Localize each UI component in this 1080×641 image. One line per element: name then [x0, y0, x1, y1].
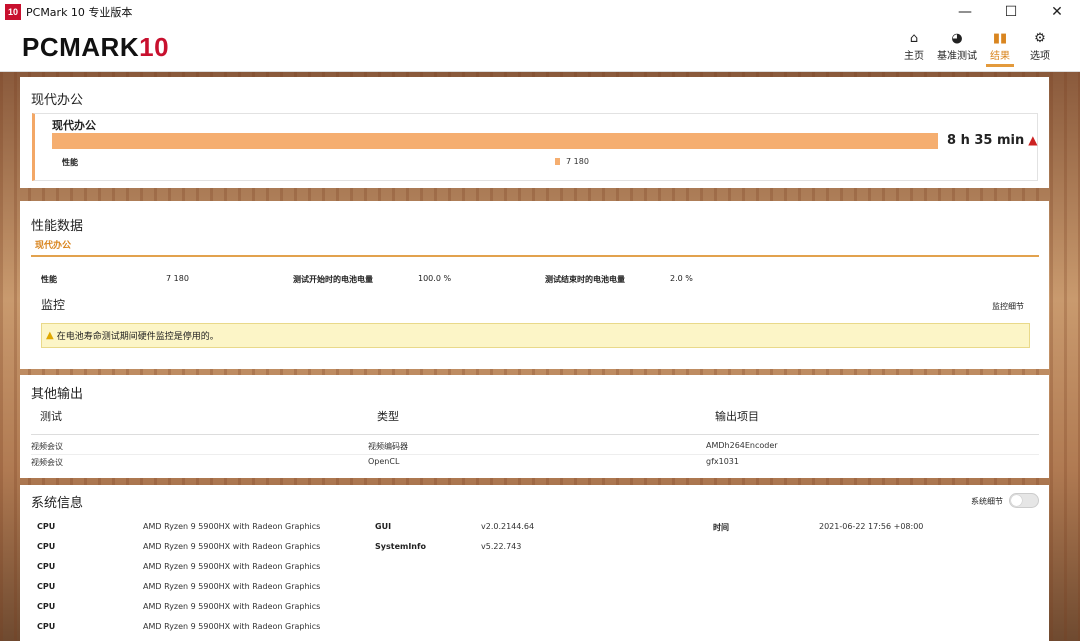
- nav-results[interactable]: ▮▮ 结果: [980, 27, 1020, 67]
- cpu-label: CPU: [37, 622, 56, 631]
- cpu-value: AMD Ryzen 9 5900HX with Radeon Graphics: [143, 622, 321, 631]
- minimize-button[interactable]: —: [942, 0, 988, 24]
- warning-icon[interactable]: ▲: [1028, 133, 1037, 147]
- window-titlebar: 10 PCMark 10 专业版本 — ☐ ✕: [0, 0, 1080, 24]
- other-output-panel: 其他输出 测试 类型 输出项目 视频会议 视频编码器 AMDh264Encode…: [20, 375, 1049, 478]
- cpu-value: AMD Ryzen 9 5900HX with Radeon Graphics: [143, 522, 321, 531]
- monitor-alert: ▲ 在电池寿命测试期间硬件监控是停用的。: [41, 323, 1030, 348]
- perf-label: 性能: [62, 158, 78, 167]
- col-header-test: 测试: [40, 410, 62, 423]
- systeminfo-value: v5.22.743: [481, 542, 522, 551]
- time-value: 2021-06-22 17:56 +08:00: [819, 522, 924, 531]
- table-cell: 视频会议: [31, 458, 63, 467]
- battery-end-value: 2.0 %: [670, 274, 693, 283]
- battery-life-value: 8 h 35 min ▲: [947, 133, 1038, 148]
- cpu-label: CPU: [37, 542, 56, 551]
- app-header: PCMARK10 ⌂ 主页 ◕ 基准测试 ▮▮ 结果 ⚙ 选项: [0, 24, 1080, 72]
- gauge-icon: ◕: [951, 31, 963, 46]
- gui-value: v2.0.2144.64: [481, 522, 535, 531]
- result-card[interactable]: 现代办公 8 h 35 min ▲ 性能 7 180: [32, 113, 1038, 181]
- cpu-label: CPU: [37, 602, 56, 611]
- system-details-toggle[interactable]: [1009, 493, 1039, 508]
- other-output-title: 其他输出: [31, 387, 84, 402]
- cpu-value: AMD Ryzen 9 5900HX with Radeon Graphics: [143, 562, 321, 571]
- time-label: 时间: [713, 523, 729, 532]
- tab-modern-office[interactable]: 现代办公: [35, 238, 71, 251]
- result-card-title: 现代办公: [52, 119, 96, 132]
- perf-row-label: 性能: [41, 275, 57, 284]
- table-cell: gfx1031: [706, 457, 739, 466]
- perf-value: 7 180: [566, 157, 589, 166]
- app-logo: PCMARK10: [22, 32, 170, 62]
- sysinfo-title: 系统信息: [31, 496, 84, 511]
- cpu-value: AMD Ryzen 9 5900HX with Radeon Graphics: [143, 602, 321, 611]
- cpu-value: AMD Ryzen 9 5900HX with Radeon Graphics: [143, 542, 321, 551]
- nav-home-label: 主页: [904, 51, 924, 62]
- home-icon: ⌂: [909, 31, 919, 46]
- nav-benchmarks[interactable]: ◕ 基准测试: [934, 27, 980, 67]
- cpu-label: CPU: [37, 582, 56, 591]
- nav-benchmarks-label: 基准测试: [937, 51, 977, 62]
- battery-start-value: 100.0 %: [418, 274, 452, 283]
- perf-data-panel: 性能数据 现代办公 性能 7 180 测试开始时的电池电量 100.0 % 测试…: [20, 201, 1049, 369]
- perf-row-value: 7 180: [166, 274, 189, 283]
- warning-icon: ▲: [46, 330, 54, 341]
- maximize-button[interactable]: ☐: [988, 0, 1034, 24]
- system-details-label: 系统细节: [971, 497, 1003, 506]
- battery-start-label: 测试开始时的电池电量: [293, 275, 373, 284]
- main-nav: ⌂ 主页 ◕ 基准测试 ▮▮ 结果 ⚙ 选项: [894, 27, 1060, 67]
- summary-panel: 现代办公 现代办公 8 h 35 min ▲ 性能 7 180: [20, 77, 1049, 188]
- window-title: PCMark 10 专业版本: [26, 6, 133, 19]
- row-divider: [31, 454, 1039, 455]
- table-cell: OpenCL: [368, 457, 400, 466]
- nav-results-label: 结果: [990, 51, 1010, 62]
- cpu-label: CPU: [37, 562, 56, 571]
- gui-label: GUI: [375, 522, 392, 531]
- perf-swatch: [555, 158, 560, 165]
- bar-chart-icon: ▮▮: [992, 31, 1008, 46]
- nav-options[interactable]: ⚙ 选项: [1020, 27, 1060, 67]
- table-cell: 视频编码器: [368, 442, 408, 451]
- tab-underline: [31, 255, 1039, 257]
- battery-life-bar: [52, 133, 938, 149]
- header-divider: [31, 434, 1039, 435]
- alert-text: 在电池寿命测试期间硬件监控是停用的。: [56, 332, 219, 342]
- systeminfo-label: SystemInfo: [375, 542, 426, 551]
- sysinfo-panel: 系统信息 系统细节 CPU AMD Ryzen 9 5900HX with Ra…: [20, 485, 1049, 641]
- summary-title: 现代办公: [31, 93, 84, 108]
- perf-data-title: 性能数据: [31, 219, 84, 234]
- close-button[interactable]: ✕: [1034, 0, 1080, 24]
- table-cell: AMDh264Encoder: [706, 441, 778, 450]
- cpu-label: CPU: [37, 522, 56, 531]
- monitor-title: 监控: [41, 298, 66, 312]
- monitor-details-link[interactable]: 监控细节: [992, 301, 1024, 312]
- app-icon: 10: [5, 4, 21, 20]
- table-cell: 视频会议: [31, 442, 63, 451]
- cpu-value: AMD Ryzen 9 5900HX with Radeon Graphics: [143, 582, 321, 591]
- nav-options-label: 选项: [1030, 51, 1050, 62]
- col-header-output: 输出项目: [715, 410, 759, 423]
- gear-icon: ⚙: [1034, 31, 1046, 46]
- battery-end-label: 测试结束时的电池电量: [545, 275, 625, 284]
- col-header-type: 类型: [377, 410, 399, 423]
- nav-home[interactable]: ⌂ 主页: [894, 27, 934, 67]
